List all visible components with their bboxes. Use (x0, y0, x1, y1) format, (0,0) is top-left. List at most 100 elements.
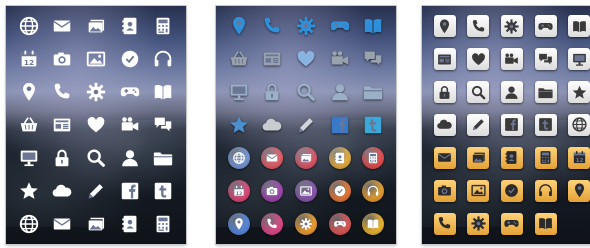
video-camera-icon[interactable] (117, 112, 143, 138)
map-pin-icon[interactable] (433, 15, 456, 38)
chat-bubbles-icon[interactable] (150, 112, 176, 138)
video-camera-icon[interactable] (327, 46, 353, 72)
camera-icon[interactable] (433, 179, 456, 202)
headphones-icon[interactable] (360, 178, 386, 204)
chat-bubbles-icon[interactable] (360, 46, 386, 72)
user-icon[interactable] (500, 81, 523, 104)
pencil-icon[interactable] (293, 112, 319, 138)
heart-icon[interactable] (83, 112, 109, 138)
pencil-icon[interactable] (83, 178, 109, 204)
calculator-icon[interactable] (150, 13, 176, 39)
cloud-icon[interactable] (49, 178, 75, 204)
book-icon[interactable] (360, 13, 386, 39)
heart-icon[interactable] (467, 48, 490, 71)
globe-icon[interactable] (226, 145, 252, 171)
facebook-icon[interactable] (500, 113, 523, 136)
globe-icon[interactable] (16, 13, 42, 39)
camera-icon[interactable] (49, 46, 75, 72)
calculator-icon[interactable] (360, 145, 386, 171)
headphones-icon[interactable] (534, 179, 557, 202)
phone-icon[interactable] (259, 211, 285, 237)
camera-icon[interactable] (259, 178, 285, 204)
phone-icon[interactable] (49, 79, 75, 105)
phone-icon[interactable] (259, 13, 285, 39)
video-camera-icon[interactable] (500, 48, 523, 71)
address-book-icon[interactable] (117, 13, 143, 39)
gamepad-icon[interactable] (327, 13, 353, 39)
envelope-icon[interactable] (49, 13, 75, 39)
image-icon[interactable] (467, 179, 490, 202)
cloud-icon[interactable] (259, 112, 285, 138)
facebook-icon[interactable] (327, 112, 353, 138)
clock-icon[interactable] (117, 46, 143, 72)
twitter-icon[interactable] (360, 112, 386, 138)
padlock-icon[interactable] (49, 145, 75, 171)
book-icon[interactable] (360, 211, 386, 237)
pencil-icon[interactable] (467, 113, 490, 136)
gamepad-icon[interactable] (117, 79, 143, 105)
gamepad-icon[interactable] (500, 212, 523, 235)
folder-icon[interactable] (534, 81, 557, 104)
gear-icon[interactable] (500, 15, 523, 38)
phone-icon[interactable] (433, 212, 456, 235)
globe-icon[interactable] (16, 211, 42, 237)
photos-stack-icon[interactable] (467, 146, 490, 169)
photos-stack-icon[interactable] (83, 13, 109, 39)
calendar-icon[interactable]: 12 (568, 146, 590, 169)
shopping-basket-icon[interactable] (226, 46, 252, 72)
envelope-icon[interactable] (49, 211, 75, 237)
tumblr-icon[interactable] (534, 113, 557, 136)
newspaper-icon[interactable] (259, 46, 285, 72)
calculator-icon[interactable] (150, 211, 176, 237)
calendar-icon[interactable]: 12 (226, 178, 252, 204)
address-book-icon[interactable] (117, 211, 143, 237)
photos-stack-icon[interactable] (293, 145, 319, 171)
magnifier-icon[interactable] (293, 79, 319, 105)
gamepad-icon[interactable] (534, 15, 557, 38)
image-icon[interactable] (293, 178, 319, 204)
newspaper-icon[interactable] (49, 112, 75, 138)
monitor-icon[interactable] (568, 48, 590, 71)
book-icon[interactable] (568, 15, 590, 38)
gamepad-icon[interactable] (327, 211, 353, 237)
magnifier-icon[interactable] (467, 81, 490, 104)
address-book-icon[interactable] (327, 145, 353, 171)
calendar-icon[interactable]: 12 (16, 46, 42, 72)
tumblr-icon[interactable] (150, 178, 176, 204)
globe-icon[interactable] (568, 113, 590, 136)
gear-icon[interactable] (467, 212, 490, 235)
folder-icon[interactable] (150, 145, 176, 171)
gear-icon[interactable] (293, 13, 319, 39)
book-icon[interactable] (150, 79, 176, 105)
gear-icon[interactable] (293, 211, 319, 237)
map-pin-icon[interactable] (16, 79, 42, 105)
map-pin-icon[interactable] (226, 211, 252, 237)
folder-icon[interactable] (360, 79, 386, 105)
padlock-icon[interactable] (259, 79, 285, 105)
clock-icon[interactable] (500, 179, 523, 202)
address-book-icon[interactable] (500, 146, 523, 169)
newspaper-icon[interactable] (433, 48, 456, 71)
envelope-icon[interactable] (259, 145, 285, 171)
magnifier-icon[interactable] (83, 145, 109, 171)
book-icon[interactable] (534, 212, 557, 235)
monitor-icon[interactable] (226, 79, 252, 105)
user-icon[interactable] (327, 79, 353, 105)
user-icon[interactable] (117, 145, 143, 171)
headphones-icon[interactable] (150, 46, 176, 72)
star-icon[interactable] (568, 81, 590, 104)
envelope-icon[interactable] (433, 146, 456, 169)
map-pin-icon[interactable] (568, 179, 590, 202)
star-icon[interactable] (226, 112, 252, 138)
phone-icon[interactable] (467, 15, 490, 38)
facebook-icon[interactable] (117, 178, 143, 204)
star-icon[interactable] (16, 178, 42, 204)
chat-bubbles-icon[interactable] (534, 48, 557, 71)
cloud-icon[interactable] (433, 113, 456, 136)
image-icon[interactable] (83, 46, 109, 72)
heart-icon[interactable] (293, 46, 319, 72)
calculator-icon[interactable] (534, 146, 557, 169)
gear-icon[interactable] (83, 79, 109, 105)
shopping-basket-icon[interactable] (16, 112, 42, 138)
clock-icon[interactable] (327, 178, 353, 204)
